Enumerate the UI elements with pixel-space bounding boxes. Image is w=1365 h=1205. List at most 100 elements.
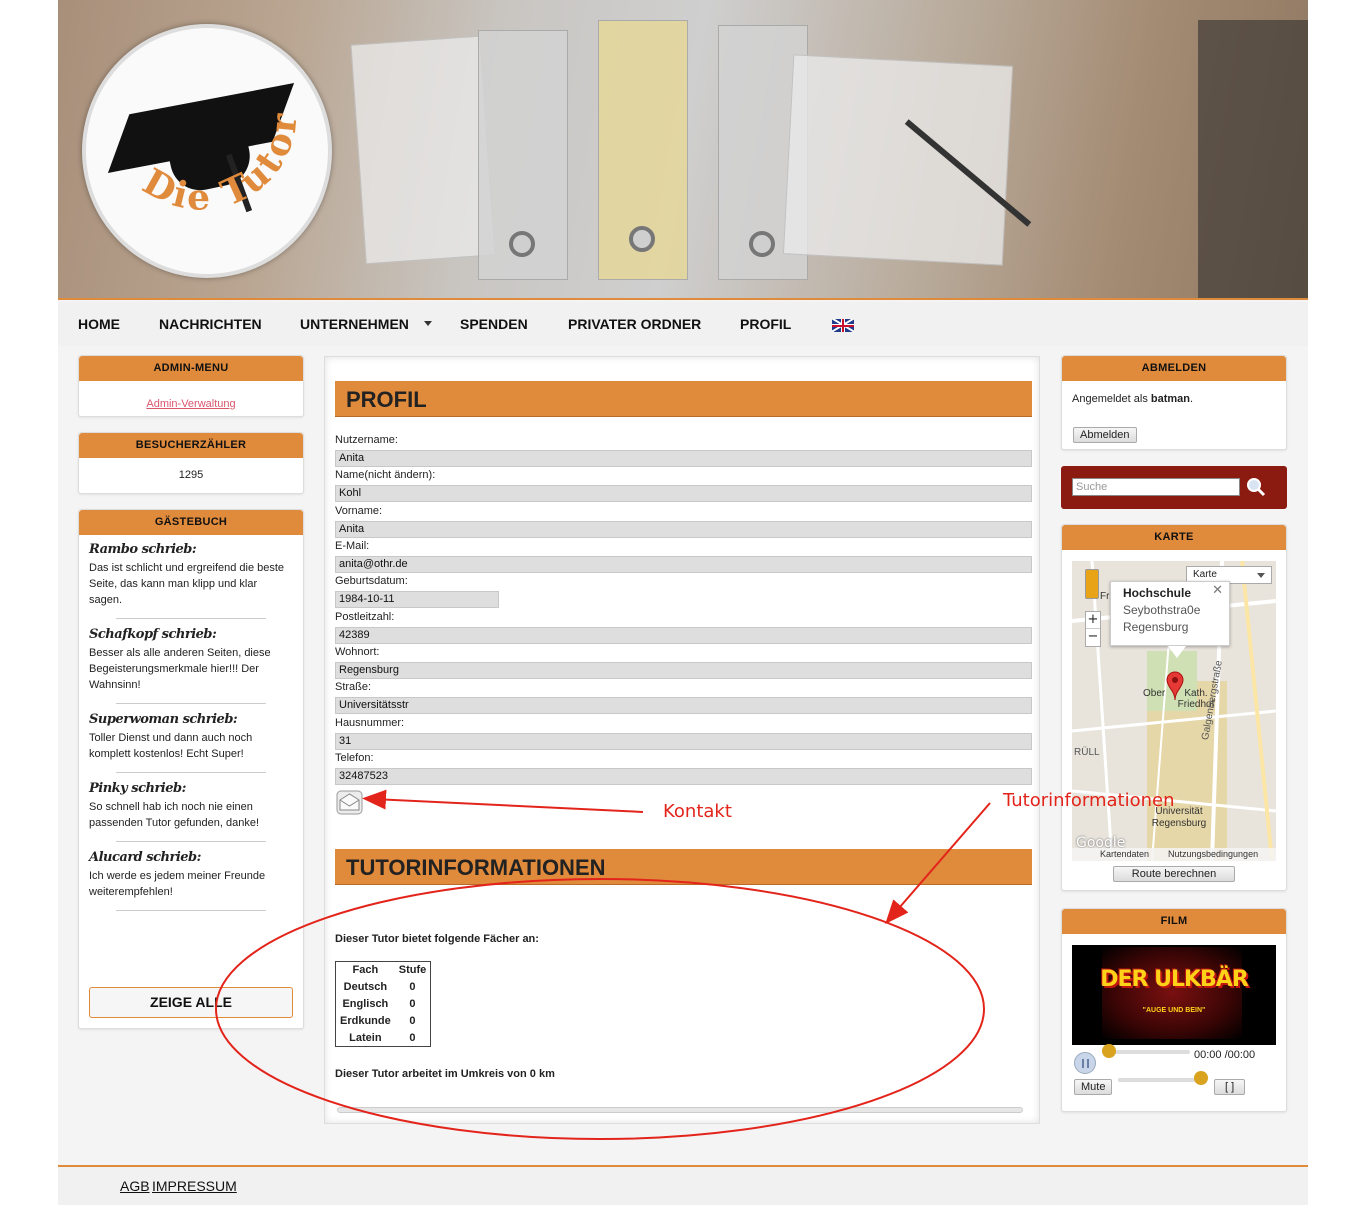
phone-field[interactable]: 32487523 [335,768,1032,785]
table-row: Erdkunde 0 [336,1013,431,1030]
route-button[interactable]: Route berechnen [1113,866,1235,882]
city-field[interactable]: Regensburg [335,662,1032,679]
show-all-button[interactable]: ZEIGE ALLE [89,987,293,1018]
film-box: FILM DER ULKBÄR "AUGE UND BEIN" 00:00 /0… [1061,908,1287,1112]
nav-privater-ordner[interactable]: PRIVATER ORDNER [568,316,701,332]
table-cell: Englisch [342,998,389,1010]
chevron-down-icon [1257,573,1265,578]
table-cell: 0 [409,998,416,1010]
map-title: KARTE [1062,525,1286,550]
divider [116,910,266,911]
map-pin-icon[interactable] [1166,671,1184,701]
volume-handle[interactable] [1194,1071,1208,1085]
nav-profil[interactable]: PROFIL [740,316,791,332]
fullscreen-button[interactable]: [ ] [1214,1079,1246,1095]
divider [116,841,266,842]
guestbook-entry: Pinky schrieb: So schnell hab ich noch n… [89,781,293,831]
birthdate-field[interactable]: 1984-10-11 [335,591,499,608]
postcode-field[interactable]: 42389 [335,627,1032,644]
video-poster [1102,947,1242,1039]
admin-verwaltung-link[interactable]: Admin-Verwaltung [146,398,235,410]
field-label: Geburtsdatum: [335,575,408,587]
play-button[interactable] [1074,1052,1096,1074]
nav-nachrichten[interactable]: NACHRICHTEN [159,316,262,332]
table-cell: Latein [349,1031,382,1044]
field-label: Nutzername: [335,434,398,446]
visitor-counter-title: BESUCHERZÄHLER [79,433,303,458]
table-cell: 0 [409,1015,416,1027]
field-label: Straße: [335,681,372,693]
mute-button[interactable]: Mute [1074,1079,1113,1095]
progress-track[interactable] [1106,1050,1190,1054]
guestbook-entry: Alucard schrieb: Ich werde es jedem mein… [89,850,293,900]
paper-decor [782,54,1014,266]
nav-home[interactable]: HOME [78,316,120,332]
guestbook-author: Rambo schrieb: [89,542,197,557]
table-cell: 0 [409,981,416,993]
username-field[interactable]: Anita [335,450,1032,467]
footer: AGB IMPRESSUM [58,1165,1308,1205]
binder-decor [598,20,688,280]
divider [116,618,266,619]
map-label: Universität Regensburg [1151,806,1207,829]
popup-line: Regensburg [1123,620,1189,634]
table-row: Englisch 0 [336,996,431,1013]
email-field[interactable]: anita@othr.de [335,556,1032,573]
logo[interactable]: Die Tutoren AG [82,24,332,278]
logged-in-prefix: Angemeldet als [1072,393,1148,405]
route-button-wrap: Route berechnen [1113,866,1235,882]
profile-title: PROFIL [335,381,1032,417]
impressum-link[interactable]: IMPRESSUM [152,1178,237,1194]
progress-handle[interactable] [1102,1044,1116,1058]
guestbook-entry: Rambo schrieb: Das ist schlicht und ergr… [89,542,293,608]
chevron-down-icon[interactable] [424,321,432,326]
field-label: Hausnummer: [335,717,405,729]
nav-unternehmen[interactable]: UNTERNEHMEN [300,316,409,332]
time-display: 00:00 /00:00 [1194,1049,1256,1061]
zoom-control: + − [1085,611,1101,647]
map-footer: Kartendaten Nutzungsbedingungen [1072,848,1276,861]
guestbook-author: Alucard schrieb: [89,850,201,865]
guestbook-author: Pinky schrieb: [89,781,186,796]
table-cell: Deutsch [343,981,388,993]
map-data-link[interactable]: Kartendaten [1100,849,1149,859]
agb-link[interactable]: AGB [120,1178,150,1194]
guestbook-title: GÄSTEBUCH [79,510,303,535]
search-box: Suche [1061,466,1287,509]
search-icon[interactable] [1246,477,1266,497]
logged-in-user: batman [1150,393,1191,405]
admin-menu-box: ADMIN-MENU Admin-Verwaltung [78,355,304,417]
popup-line: Seybothstra0e [1123,603,1201,617]
video-player[interactable]: DER ULKBÄR "AUGE UND BEIN" [1072,945,1276,1045]
visitor-count: 1295 [178,469,204,481]
lastname-field[interactable]: Kohl [335,485,1032,502]
firstname-field[interactable]: Anita [335,521,1032,538]
search-input[interactable]: Suche [1072,478,1240,496]
housenumber-field[interactable]: 31 [335,733,1032,750]
visitor-counter-box: BESUCHERZÄHLER 1295 [78,432,304,494]
zoom-in-button[interactable]: + [1086,612,1100,629]
horizontal-scrollbar[interactable] [337,1107,1023,1113]
map-terms-link[interactable]: Nutzungsbedingungen [1168,849,1258,859]
admin-menu-title: ADMIN-MENU [79,356,303,381]
field-label: Wohnort: [335,646,380,658]
uk-flag-icon[interactable] [832,319,854,332]
table-row: Latein 0 [336,1030,431,1047]
table-cell: 0 [409,1031,416,1044]
nav-spenden[interactable]: SPENDEN [460,316,528,332]
logged-in-text: Angemeldet als batman. [1062,381,1286,405]
zoom-out-button[interactable]: − [1086,629,1100,646]
guestbook-author: Superwoman schrieb: [89,712,238,727]
pegman-icon[interactable] [1085,569,1099,599]
table-header: Fach [352,964,379,977]
close-icon[interactable]: ✕ [1212,583,1223,598]
logout-button[interactable]: Abmelden [1073,427,1137,443]
envelope-icon[interactable] [336,788,364,816]
guestbook-text: Besser als alle anderen Seiten, diese Be… [89,647,271,691]
guestbook-entry: Superwoman schrieb: Toller Dienst und da… [89,712,293,762]
street-field[interactable]: Universitätsstr [335,697,1032,714]
subjects-note: Dieser Tutor bietet folgende Fächer an: [335,933,539,945]
map[interactable]: Ober Kath. Friedhof Universität Regensbu… [1072,561,1276,861]
field-label: E-Mail: [335,540,370,552]
volume-track[interactable] [1118,1078,1204,1082]
